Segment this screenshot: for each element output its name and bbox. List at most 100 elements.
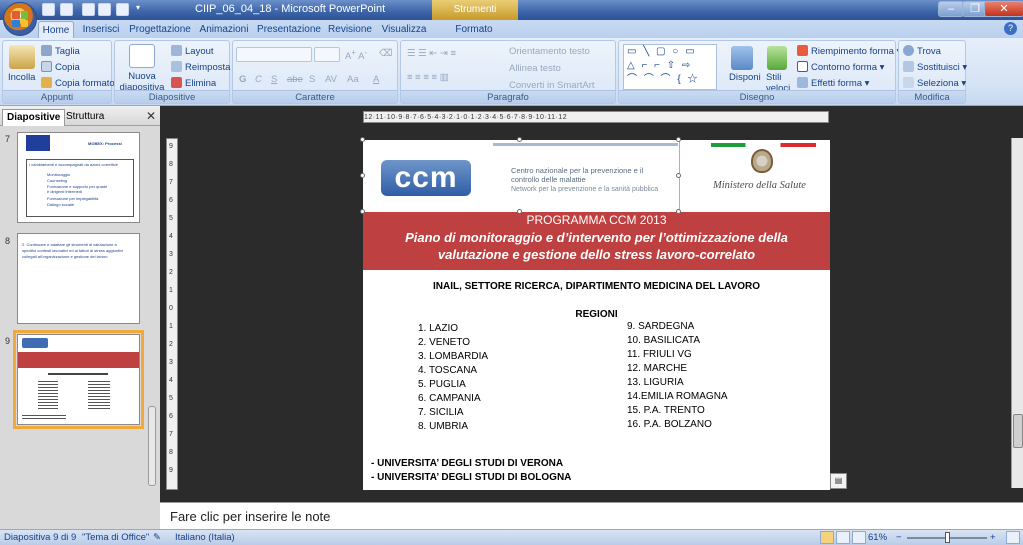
notes-pane[interactable]: Fare clic per inserire le note — [160, 502, 1023, 529]
tab-struttura[interactable]: Struttura — [62, 109, 108, 126]
change-case-button[interactable]: Aa — [347, 74, 359, 85]
selection-handle[interactable] — [676, 209, 681, 214]
font-size-select[interactable] — [314, 47, 340, 62]
selection-handle[interactable] — [676, 137, 681, 142]
shadow-button[interactable]: S — [309, 74, 315, 85]
select-button[interactable]: Seleziona ▾ — [903, 77, 966, 89]
font-name-select[interactable] — [236, 47, 312, 62]
help-icon[interactable]: ? — [1004, 22, 1017, 35]
group-label: Modifica — [899, 90, 965, 103]
close-button[interactable]: ✕ — [984, 1, 1023, 17]
paste-button[interactable]: Incolla — [8, 72, 35, 83]
bold-button[interactable]: G — [239, 74, 246, 85]
spellcheck-status-icon[interactable]: ✎ — [153, 532, 161, 543]
zoom-slider-knob[interactable] — [945, 532, 950, 543]
zoom-level[interactable]: 61% — [868, 532, 887, 543]
shape-effects-button[interactable]: Effetti forma ▾ — [797, 77, 869, 89]
underline-button[interactable]: S — [271, 74, 277, 85]
italy-flag-bar — [711, 143, 816, 147]
slide-thumbnail-9[interactable] — [13, 330, 144, 429]
italic-button[interactable]: C — [255, 74, 262, 85]
save-icon[interactable] — [42, 3, 55, 16]
align-text-button[interactable]: Allinea testo — [509, 63, 561, 74]
tab-animazioni[interactable]: Animazioni — [196, 21, 252, 38]
undo-icon[interactable] — [60, 3, 73, 16]
region-item: 14.EMILIA ROMAGNA — [627, 391, 728, 402]
selection-handle[interactable] — [517, 137, 522, 142]
binoculars-icon — [903, 45, 914, 56]
arrange-button[interactable]: Disponi — [729, 72, 761, 83]
normal-view-button[interactable] — [820, 531, 834, 544]
tab-visualizza[interactable]: Visualizza — [380, 21, 428, 38]
minimize-button[interactable]: – — [938, 1, 964, 17]
region-item: 4. TOSCANA — [418, 365, 478, 376]
ruler-tick: 6 — [169, 197, 173, 204]
customize-qat-icon[interactable]: ▾ — [136, 3, 145, 16]
tab-progettazione[interactable]: Progettazione — [128, 21, 192, 38]
thumb-number: 9 — [5, 336, 11, 346]
tab-diapositive[interactable]: Diapositive — [2, 109, 66, 126]
vertical-scrollbar[interactable] — [1011, 138, 1023, 488]
contextual-tab-title: Strumenti immagine — [432, 0, 518, 35]
selection-handle[interactable] — [360, 209, 365, 214]
close-panel-icon[interactable]: ✕ — [146, 109, 156, 123]
print-icon[interactable] — [98, 3, 111, 16]
zoom-out-button[interactable]: − — [896, 532, 902, 543]
reset-button[interactable]: Reimposta — [171, 61, 230, 73]
spacing-button[interactable]: AV — [325, 74, 337, 85]
spellcheck-icon[interactable] — [116, 3, 129, 16]
bullets-icon[interactable]: ☰ ☰ ⇤ ⇥ ≡ — [407, 48, 456, 59]
format-painter-button[interactable]: Copia formato — [41, 77, 115, 89]
office-logo-icon — [12, 11, 28, 27]
strikethrough-button[interactable]: abe — [287, 74, 303, 85]
tab-inserisci[interactable]: Inserisci — [78, 21, 124, 38]
scrollbar-thumb[interactable] — [1013, 414, 1023, 448]
align-icons[interactable]: ≡ ≡ ≡ ≡ ▥ — [407, 72, 449, 83]
horizontal-ruler: 12·11·10·9·8·7·6·5·4·3·2·1·0·1·2·3·4·5·6… — [363, 111, 829, 123]
slide-thumbnail-8[interactable]: 2. Continuare e adattare gli strumenti d… — [17, 233, 140, 324]
shapes-gallery[interactable]: ▭ ╲ ▢ ○ ▭ △ ⌐ ⌐ ⇧ ⇨ ⌒ ⌒ ⌒ { ☆ — [623, 44, 717, 90]
slideshow-button[interactable] — [852, 531, 866, 544]
group-label: Disegno — [619, 90, 895, 103]
font-color-button[interactable]: A — [373, 74, 379, 85]
slide-sorter-button[interactable] — [836, 531, 850, 544]
selection-handle[interactable] — [360, 137, 365, 142]
find-button[interactable]: Trova — [903, 45, 941, 57]
shape-fill-button[interactable]: Riempimento forma ▾ — [797, 45, 901, 57]
selection-handle[interactable] — [517, 209, 522, 214]
ruler-tick: 5 — [169, 215, 173, 222]
ccm-caption: Centro nazionale per la prevenzione e il… — [511, 166, 644, 184]
slide[interactable]: ccm Centro nazionale per la prevenzione … — [363, 140, 830, 490]
tab-revisione[interactable]: Revisione — [326, 21, 374, 38]
copy-button[interactable]: Copia — [41, 61, 80, 73]
office-button[interactable] — [3, 2, 37, 36]
clear-format-icon[interactable]: ⌫ — [379, 48, 392, 59]
panel-scrollbar[interactable] — [148, 406, 156, 486]
tab-home[interactable]: Home — [38, 21, 74, 38]
paste-options-icon[interactable]: ▤ — [830, 473, 847, 489]
thumb-banner — [18, 352, 139, 368]
zoom-in-button[interactable]: + — [990, 532, 996, 543]
effects-icon — [797, 77, 808, 88]
quick-styles-icon — [767, 46, 787, 70]
region-item: 3. LOMBARDIA — [418, 351, 489, 362]
text-direction-button[interactable]: Orientamento testo — [509, 46, 590, 57]
fit-window-button[interactable] — [1006, 531, 1020, 544]
redo-icon[interactable] — [82, 3, 95, 16]
language[interactable]: Italiano (Italia) — [175, 532, 235, 543]
slide-counter: Diapositiva 9 di 9 — [4, 532, 77, 543]
ministero-logo: Ministero della Salute — [713, 180, 806, 191]
selection-handle[interactable] — [676, 173, 681, 178]
group-label: Diapositive — [115, 90, 229, 103]
replace-button[interactable]: Sostituisci ▾ — [903, 61, 967, 73]
shape-outline-button[interactable]: Contorno forma ▾ — [797, 61, 884, 73]
delete-slide-button[interactable]: Elimina — [171, 77, 216, 89]
tab-formato[interactable]: Formato — [445, 21, 503, 38]
grow-font-icon[interactable]: A+ A- — [345, 48, 367, 62]
select-icon — [903, 77, 914, 88]
tab-presentazione[interactable]: Presentazione — [256, 21, 322, 38]
selection-handle[interactable] — [360, 173, 365, 178]
slide-thumbnail-7[interactable]: MOBEX: Processi I cambiamenti e accompag… — [17, 132, 140, 223]
cut-button[interactable]: Taglia — [41, 45, 80, 57]
layout-button[interactable]: Layout — [171, 45, 214, 57]
